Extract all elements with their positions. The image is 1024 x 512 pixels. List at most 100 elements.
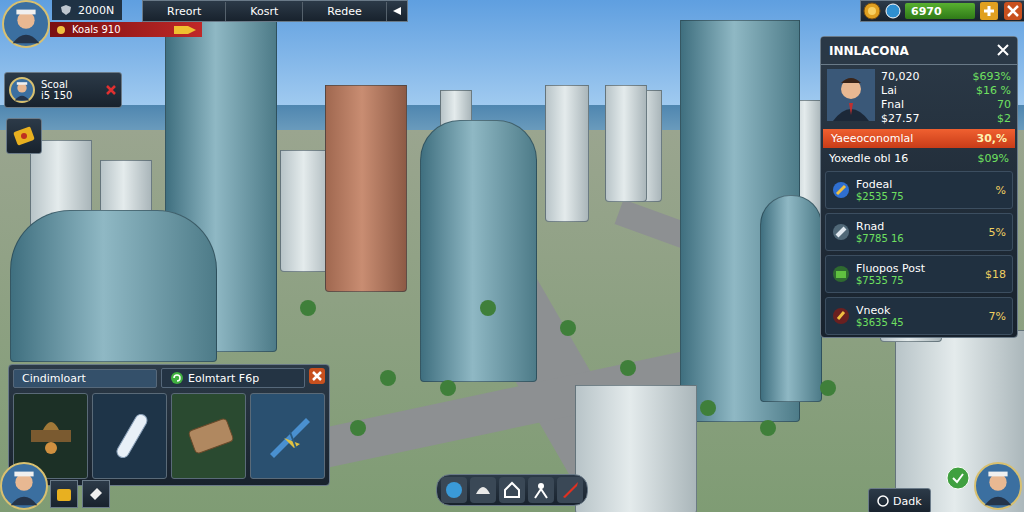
market-item[interactable]: Fluopos Post$7535 75$18 [825, 255, 1013, 293]
stat-label: Fnal [881, 98, 904, 111]
item-name: Fodeal [856, 178, 990, 191]
info-panel: INNLACONA70,020$693%Lai$16 %Fnal70$27.57… [820, 36, 1018, 338]
rocket-icon [560, 480, 580, 500]
tab-arrow[interactable] [387, 2, 407, 20]
stats-list: 70,020$693%Lai$16 %Fnal70$27.57$2 [881, 70, 1011, 125]
top-tab[interactable]: Redee [303, 2, 386, 21]
item-icon [832, 265, 850, 283]
stat-label: $27.57 [881, 112, 920, 125]
dock-label: Dadk [893, 495, 922, 508]
build-button[interactable] [50, 480, 78, 508]
manager-avatar[interactable] [827, 69, 875, 125]
map-button[interactable] [946, 466, 970, 494]
shield-icon [60, 4, 72, 16]
tree [620, 360, 636, 376]
close-icon [997, 44, 1009, 56]
advisor-avatar-icon [0, 462, 48, 510]
building [325, 85, 407, 292]
stat-row: 70,020 $693% [881, 70, 1011, 83]
lamp-icon [23, 408, 79, 464]
tree [480, 300, 496, 316]
bag-icon [55, 485, 73, 503]
stat-label: Lai [881, 84, 897, 97]
inventory-tab[interactable]: Eolmtart F6p [161, 368, 305, 388]
manager-portrait-icon [827, 69, 875, 121]
top-tab[interactable]: Rreort [143, 2, 226, 21]
stat-value: $2 [997, 112, 1011, 125]
top-tab[interactable]: Kosrt [226, 2, 303, 21]
helmet-icon [473, 480, 493, 500]
item-value: % [996, 184, 1006, 197]
captain-avatar[interactable] [974, 462, 1022, 512]
stat-row: $27.57 $2 [881, 112, 1011, 125]
tree [300, 300, 316, 316]
inventory-tab[interactable]: Cindimloart [13, 369, 157, 388]
item-price: $7535 75 [856, 275, 979, 286]
inventory-slots [9, 391, 329, 481]
stat-label: 70,020 [881, 70, 920, 83]
refresh-icon [170, 371, 184, 385]
house-icon [502, 480, 522, 500]
expand-icon [391, 5, 403, 17]
house-tool[interactable] [499, 477, 525, 503]
item-value: 7% [989, 310, 1006, 323]
capsule-icon [102, 408, 158, 464]
building [605, 85, 647, 202]
inventory-slot[interactable] [92, 393, 167, 479]
market-item[interactable]: Vneok$3635 457% [825, 297, 1013, 335]
worker-tool[interactable] [528, 477, 554, 503]
contact-avatar-icon [9, 77, 35, 103]
inventory-panel: Cindimloart Eolmtart F6p [8, 364, 330, 486]
highlight-row[interactable]: Yaeeoconomlal30,% [823, 129, 1015, 148]
building [575, 385, 697, 512]
quest-button[interactable] [6, 118, 42, 154]
bottom-left-buttons [50, 480, 110, 508]
inventory-slot[interactable] [171, 393, 246, 479]
panel-header: INNLACONA [821, 37, 1017, 65]
helmet-tool[interactable] [470, 477, 496, 503]
tree [700, 400, 716, 416]
advisor-avatar[interactable] [0, 462, 48, 512]
subtitle-label: Yoxedle obl 16 [829, 152, 908, 165]
currency-amount: 6970 [911, 5, 942, 18]
close-game-button[interactable] [1003, 2, 1023, 20]
inventory-tab-label: Eolmtart F6p [188, 372, 259, 385]
rank-bar: Koals 910 [50, 22, 202, 37]
tab-label: Rreort [167, 5, 201, 18]
contact-name: Scoal [41, 79, 99, 90]
player-avatar[interactable] [2, 0, 50, 52]
inventory-close-button[interactable] [309, 368, 325, 388]
inventory-slot[interactable] [250, 393, 325, 479]
item-price: $2535 75 [856, 191, 990, 202]
tree [380, 370, 396, 386]
building [545, 85, 589, 222]
ticket-icon [12, 124, 36, 148]
compass-icon [877, 495, 889, 507]
tab-label: Redee [327, 5, 361, 18]
rocket-tool[interactable] [557, 477, 583, 503]
item-price: $3635 45 [856, 317, 983, 328]
dock-button[interactable]: Dadk [868, 488, 931, 512]
jet-icon [260, 408, 316, 464]
contact-card[interactable]: Scoali5 150 [4, 72, 122, 108]
subtitle-row: Yoxedle obl 16$09% [821, 148, 1017, 169]
currency-value: 6970 [905, 3, 975, 19]
alert-icon [105, 84, 117, 96]
highlight-label: Yaeeoconomlal [831, 132, 913, 145]
item-icon [832, 223, 850, 241]
globe-icon [444, 480, 464, 500]
coin-icon [863, 2, 881, 20]
market-item[interactable]: Rnad$7785 165% [825, 213, 1013, 251]
market-item[interactable]: Fodeal$2535 75% [825, 171, 1013, 209]
stat-row: Fnal70 [881, 98, 1011, 111]
currency-bar: 6970 [860, 0, 1024, 22]
contact-amount: i5 150 [41, 90, 99, 101]
add-currency-button[interactable] [979, 2, 999, 20]
notes-button[interactable] [82, 480, 110, 508]
badge-icon [56, 25, 66, 35]
globe-tool[interactable] [441, 477, 467, 503]
arrow-icon [174, 24, 196, 36]
panel-close-button[interactable] [997, 41, 1009, 60]
map-icon [946, 466, 970, 490]
stat-value: $693% [973, 70, 1011, 83]
